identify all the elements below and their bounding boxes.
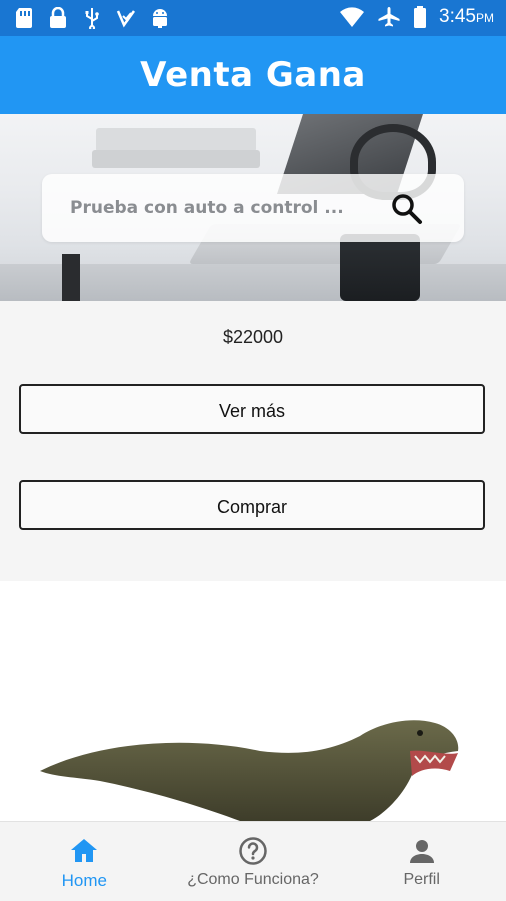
nav-label-how-it-works: ¿Como Funciona?	[187, 871, 319, 888]
hero-decor	[340, 234, 420, 301]
nav-item-how-it-works[interactable]: ¿Como Funciona?	[169, 822, 338, 901]
app-bar: Venta Gana	[0, 36, 506, 114]
person-icon	[409, 840, 434, 863]
product-image[interactable]	[0, 581, 506, 821]
product-card: $22000 Ver más Comprar	[0, 301, 506, 581]
airplane-icon	[378, 7, 400, 27]
status-right-icons: 3:45PM	[339, 6, 494, 28]
app-title: Venta Gana	[140, 55, 366, 95]
search-icon[interactable]	[390, 192, 424, 226]
status-time: 3:45PM	[439, 6, 494, 27]
status-bar: 3:45PM	[0, 0, 506, 36]
hero-banner	[0, 114, 506, 301]
android-icon	[153, 9, 167, 28]
sd-card-icon	[16, 8, 32, 28]
battery-icon	[414, 6, 427, 28]
nav-label-profile: Perfil	[403, 871, 440, 888]
nav-label-home: Home	[61, 871, 108, 890]
search-bar	[42, 174, 464, 242]
wifi-icon	[340, 7, 365, 27]
buy-button[interactable]: Comprar	[19, 480, 485, 530]
hero-decor	[62, 254, 80, 301]
usb-icon	[85, 8, 99, 29]
help-circle-icon	[239, 837, 267, 865]
dinosaur-toy-image	[40, 720, 459, 821]
search-input[interactable]	[70, 174, 370, 242]
lock-icon	[50, 7, 66, 28]
status-left-icons	[14, 7, 170, 29]
hero-decor	[92, 150, 260, 168]
nav-item-home[interactable]: Home	[0, 822, 169, 901]
see-more-button[interactable]: Ver más	[19, 384, 485, 434]
home-icon	[71, 839, 98, 862]
nav-item-profile[interactable]: Perfil	[337, 822, 506, 901]
bottom-navigation: Home ¿Como Funciona? Perfil	[0, 821, 506, 901]
product-price: $22000	[222, 327, 284, 347]
hero-decor	[96, 128, 256, 152]
inbox-check-icon	[116, 10, 136, 28]
